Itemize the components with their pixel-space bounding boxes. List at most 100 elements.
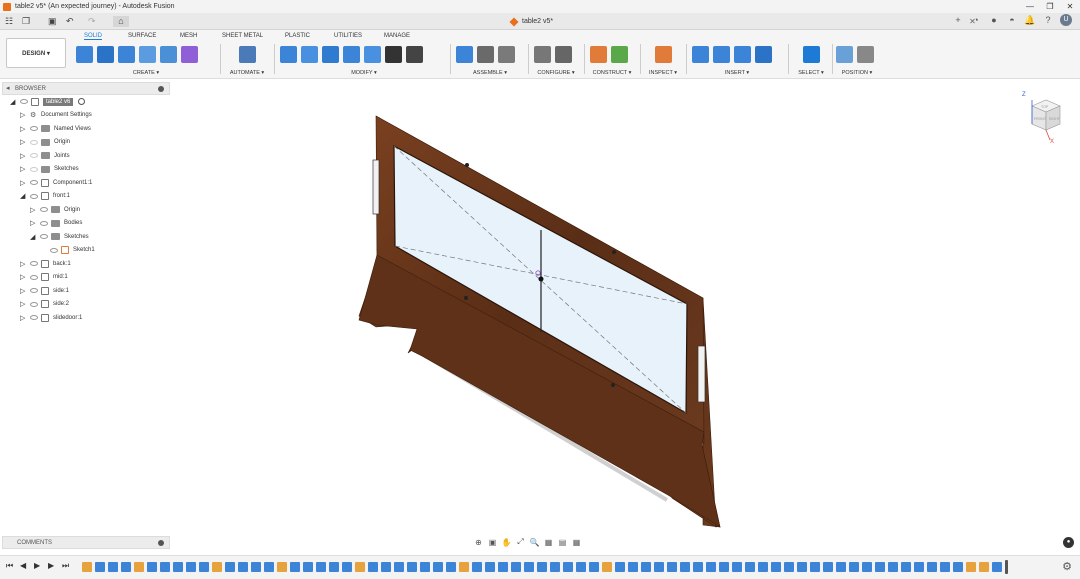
expand-arrow-icon[interactable]: ▷: [20, 300, 27, 308]
timeline-feature-icon[interactable]: [550, 562, 560, 572]
new-tab-icon[interactable]: +: [952, 14, 964, 26]
canvas-viewport[interactable]: TOP FRONT RIGHT Z X: [172, 80, 1080, 550]
browser-item[interactable]: ▷ Joints: [20, 150, 70, 161]
timeline-feature-icon[interactable]: [511, 562, 521, 572]
timeline-feature-icon[interactable]: [251, 562, 261, 572]
timeline-feature-icon[interactable]: [862, 562, 872, 572]
browser-item[interactable]: ▷ Sketches: [20, 164, 79, 175]
timeline-feature-icon[interactable]: [446, 562, 456, 572]
timeline-feature-icon[interactable]: [654, 562, 664, 572]
timeline-back-icon[interactable]: ◀: [20, 561, 26, 570]
tool-icon[interactable]: [713, 45, 730, 63]
assemble-menu[interactable]: ASSEMBLE ▾: [456, 70, 524, 76]
tool-icon[interactable]: [322, 45, 339, 63]
timeline-feature-icon[interactable]: [732, 562, 742, 572]
timeline-feature-icon[interactable]: [953, 562, 963, 572]
timeline-feature-icon[interactable]: [277, 562, 287, 572]
timeline-feature-icon[interactable]: [160, 562, 170, 572]
tab-mesh[interactable]: MESH: [180, 33, 197, 39]
undo-icon[interactable]: ↶: [66, 16, 74, 27]
orbit-icon[interactable]: ⊕: [473, 538, 484, 547]
viewcube[interactable]: TOP FRONT RIGHT Z X: [1022, 92, 1061, 145]
save-icon[interactable]: ▣: [48, 16, 57, 27]
left-hinge[interactable]: [372, 159, 380, 215]
tool-icon[interactable]: [654, 45, 672, 63]
tool-icon[interactable]: [280, 45, 297, 63]
timeline-feature-icon[interactable]: [680, 562, 690, 572]
timeline-feature-icon[interactable]: [108, 562, 118, 572]
timeline-feature-icon[interactable]: [329, 562, 339, 572]
viewports-icon[interactable]: ▦: [571, 538, 582, 547]
expand-arrow-icon[interactable]: ▷: [30, 219, 37, 227]
workspace-switcher[interactable]: DESIGN ▾: [6, 38, 66, 68]
notifications-icon[interactable]: 🔔: [1024, 14, 1036, 26]
timeline-feature-icon[interactable]: [875, 562, 885, 572]
tool-icon[interactable]: [364, 45, 381, 63]
tool-icon[interactable]: [802, 45, 820, 63]
timeline-feature-icon[interactable]: [420, 562, 430, 572]
visibility-eye-icon[interactable]: [40, 220, 48, 226]
browser-item[interactable]: ▷ Origin: [30, 204, 80, 215]
timeline-feature-icon[interactable]: [342, 562, 352, 572]
visibility-eye-icon[interactable]: [30, 261, 38, 266]
timeline-feature-icon[interactable]: [615, 562, 625, 572]
timeline-feature-icon[interactable]: [771, 562, 781, 572]
timeline-feature-icon[interactable]: [836, 562, 846, 572]
tool-icon[interactable]: [534, 45, 551, 63]
expand-arrow-icon[interactable]: ◢: [10, 98, 17, 106]
grid-settings-icon[interactable]: ▤: [557, 538, 568, 547]
browser-header[interactable]: ◂ BROWSER: [2, 82, 170, 95]
timeline-feature-icon[interactable]: [537, 562, 547, 572]
timeline-feature-icon[interactable]: [810, 562, 820, 572]
tool-icon[interactable]: [611, 45, 628, 63]
tool-icon[interactable]: [160, 45, 177, 63]
expand-arrow-icon[interactable]: ▷: [20, 314, 27, 322]
tool-icon[interactable]: [406, 45, 423, 63]
tool-icon[interactable]: [76, 45, 93, 63]
browser-item[interactable]: ◢ Sketches: [30, 231, 89, 242]
tool-icon[interactable]: [139, 45, 156, 63]
timeline-marker[interactable]: [1005, 560, 1008, 574]
timeline-forward-icon[interactable]: ▶: [48, 561, 54, 570]
timeline-feature-icon[interactable]: [316, 562, 326, 572]
visibility-eye-icon[interactable]: [30, 180, 38, 185]
timeline-feature-icon[interactable]: [394, 562, 404, 572]
tool-icon[interactable]: [343, 45, 360, 63]
timeline-feature-icon[interactable]: [719, 562, 729, 572]
maximize-button[interactable]: ❐: [1040, 0, 1060, 13]
zoom-window-icon[interactable]: 🔍: [529, 538, 540, 547]
timeline-feature-icon[interactable]: [784, 562, 794, 572]
timeline-feature-icon[interactable]: [628, 562, 638, 572]
tool-icon[interactable]: [118, 45, 135, 63]
look-at-icon[interactable]: ▣: [487, 538, 498, 547]
browser-item[interactable]: ◢ front:1: [20, 191, 70, 202]
expand-arrow-icon[interactable]: ▷: [20, 273, 27, 281]
timeline-feature-icon[interactable]: [368, 562, 378, 572]
browser-item[interactable]: ▷ ⚙ Document Settings: [20, 110, 92, 121]
tool-icon[interactable]: [385, 45, 402, 63]
tab-surface[interactable]: SURFACE: [128, 33, 156, 39]
timeline-feature-icon[interactable]: [355, 562, 365, 572]
visibility-eye-icon[interactable]: [50, 247, 58, 253]
tab-sheet-metal[interactable]: SHEET METAL: [222, 33, 263, 39]
timeline-feature-icon[interactable]: [134, 562, 144, 572]
tool-icon[interactable]: [238, 45, 256, 63]
extensions-icon[interactable]: ◔: [970, 14, 982, 26]
timeline-feature-icon[interactable]: [524, 562, 534, 572]
select-menu[interactable]: SELECT ▾: [794, 70, 828, 76]
visibility-eye-icon[interactable]: [20, 99, 28, 104]
job-status-icon[interactable]: ●: [988, 14, 1000, 26]
timeline-feature-icon[interactable]: [693, 562, 703, 572]
expand-arrow-icon[interactable]: ▷: [20, 152, 27, 160]
timeline-feature-icon[interactable]: [602, 562, 612, 572]
timeline-feature-icon[interactable]: [264, 562, 274, 572]
timeline-feature-icon[interactable]: [641, 562, 651, 572]
timeline-feature-icon[interactable]: [758, 562, 768, 572]
timeline-end-icon[interactable]: ⏭: [62, 561, 69, 571]
timeline-feature-icon[interactable]: [797, 562, 807, 572]
zoom-icon[interactable]: ⤢: [515, 537, 526, 547]
timeline-feature-icon[interactable]: [485, 562, 495, 572]
expand-arrow-icon[interactable]: ◢: [30, 233, 37, 241]
timeline-feature-icon[interactable]: [199, 562, 209, 572]
sketch-center-point[interactable]: [538, 276, 544, 282]
